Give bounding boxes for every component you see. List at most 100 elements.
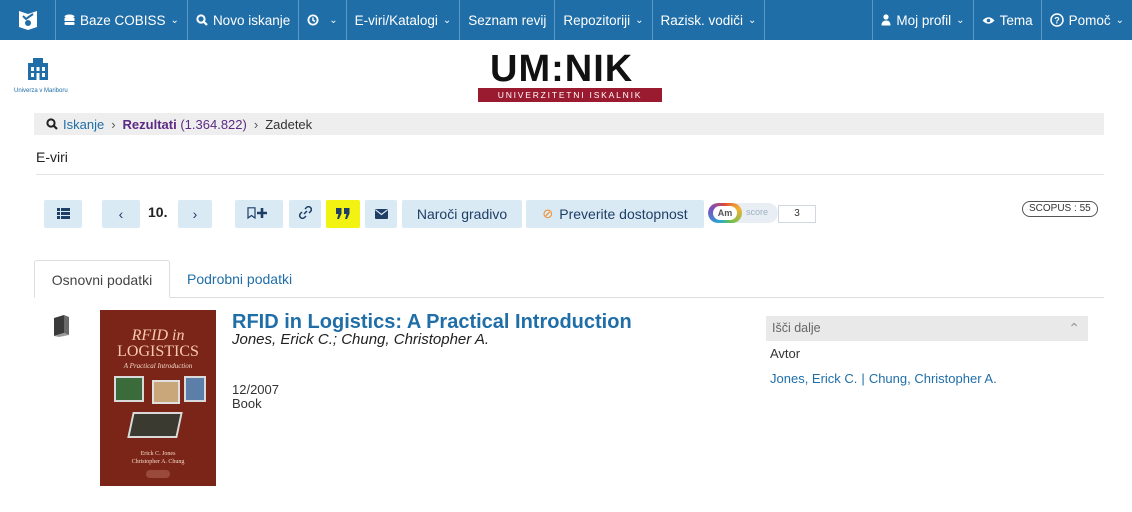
separator: |	[861, 371, 865, 386]
university-name: Univerza v Mariboru	[14, 88, 68, 94]
nav-repositories-label: Repozitoriji	[563, 12, 631, 28]
university-building-icon	[28, 58, 48, 80]
nav-my-profile-label: Moj profil	[896, 12, 952, 28]
cover-author-2: Christopher A. Chung	[131, 459, 185, 465]
umnik-tagline: UNIVERZITETNI ISKALNIK	[478, 88, 662, 102]
record-authors: Jones, Erick C.; Chung, Christopher A.	[232, 331, 490, 348]
chevron-down-icon: ⌄	[635, 14, 644, 26]
chevron-down-icon: ⌄	[748, 14, 757, 26]
chevron-down-icon: ⌄	[442, 14, 452, 26]
email-button[interactable]	[365, 200, 397, 228]
nav-theme-label: Tema	[999, 12, 1033, 28]
nav-help-label: Pomoč	[1068, 12, 1111, 28]
cover-chip-image	[114, 376, 144, 402]
record-type: Book	[232, 396, 262, 411]
next-record-button[interactable]: ›	[178, 200, 212, 228]
altmetric-donut-icon: Am	[708, 203, 742, 223]
nav-repositories[interactable]: Repozitoriji ⌄	[555, 0, 653, 40]
cover-authors: Erick C. Jones Christopher A. Chung	[100, 450, 216, 466]
nav-journals-label: Seznam revij	[468, 12, 547, 28]
eye-icon	[982, 16, 995, 25]
previous-record-button[interactable]: ‹	[102, 200, 140, 228]
help-icon: ?	[1049, 13, 1064, 27]
breadcrumb-search-link[interactable]: Iskanje	[63, 117, 104, 132]
availability-icon: ⊘	[542, 206, 554, 221]
cobiss-logo-icon[interactable]	[0, 0, 56, 40]
author-label: Avtor	[770, 346, 801, 361]
search-icon	[46, 118, 58, 130]
nav-my-profile[interactable]: Moj profil ⌄	[873, 0, 974, 40]
quote-icon	[336, 207, 350, 222]
check-availability-label: Preverite dostopnost	[559, 206, 688, 222]
chevron-down-icon: ⌄	[170, 14, 179, 26]
cover-author-1: Erick C. Jones	[140, 451, 176, 457]
nav-research-guides[interactable]: Razisk. vodiči ⌄	[653, 0, 766, 40]
nav-new-search-label: Novo iskanje	[212, 12, 291, 28]
nav-spacer	[765, 0, 874, 40]
database-icon	[64, 14, 75, 26]
chevron-left-icon: ‹	[118, 206, 124, 222]
bookmark-add-icon	[247, 206, 271, 222]
breadcrumb-results-link[interactable]: Rezultati	[123, 117, 177, 132]
author-link[interactable]: Chung, Christopher A.	[869, 371, 997, 386]
search-icon	[196, 14, 208, 26]
nav-new-search[interactable]: Novo iskanje	[188, 0, 300, 40]
nav-eresources-label: E-viri/Katalogi	[354, 12, 438, 28]
author-links: Jones, Erick C. | Chung, Christopher A.	[770, 371, 997, 386]
altmetric-badge-text: Am	[713, 206, 737, 220]
chevron-right-icon: ›	[253, 116, 259, 132]
cover-title: RFID in LOGISTICS	[100, 328, 216, 360]
chevron-up-icon: ⌃	[1068, 320, 1080, 336]
record-position: 10.	[148, 204, 168, 220]
nav-databases[interactable]: Baze COBISS ⌄	[56, 0, 188, 40]
cite-button[interactable]	[326, 200, 360, 228]
chevron-down-icon: ⌄	[1115, 14, 1124, 26]
check-availability-button[interactable]: ⊘ Preverite dostopnost	[526, 200, 704, 228]
envelope-icon	[374, 207, 388, 222]
link-icon	[298, 205, 312, 222]
umnik-logo[interactable]: UM:NIK UNIVERZITETNI ISKALNIK	[478, 48, 662, 104]
breadcrumb-results-count[interactable]: (1.364.822)	[180, 117, 247, 132]
nav-databases-label: Baze COBISS	[80, 12, 166, 28]
breadcrumb: Iskanje › Rezultati (1.364.822) › Zadete…	[34, 113, 1104, 135]
add-bookmark-button[interactable]	[235, 200, 283, 228]
author-link[interactable]: Jones, Erick C.	[770, 371, 857, 386]
nav-journals[interactable]: Seznam revij	[460, 0, 556, 40]
breadcrumb-current: Zadetek	[265, 116, 313, 132]
cover-title-line1: RFID in	[131, 327, 185, 344]
order-material-label: Naroči gradivo	[416, 206, 508, 222]
record-date: 12/2007	[232, 382, 279, 397]
search-further-title: Išči dalje	[772, 321, 821, 335]
scopus-citation-badge[interactable]: SCOPUS : 55	[1022, 201, 1098, 217]
university-logo[interactable]: Univerza v Mariboru	[14, 52, 78, 102]
altmetric-badge[interactable]: Am score	[708, 203, 778, 223]
altmetric-score-label: score	[746, 207, 769, 217]
top-navbar: Baze COBISS ⌄ Novo iskanje ⌄ E-viri/Kata…	[0, 0, 1132, 40]
list-view-button[interactable]	[44, 200, 82, 228]
publisher-logo-icon	[146, 470, 170, 478]
chevron-down-icon: ⌄	[329, 14, 338, 26]
section-divider	[36, 174, 1104, 175]
tab-basic-details[interactable]: Osnovni podatki	[34, 260, 170, 298]
cover-subtitle: A Practical Introduction	[123, 362, 193, 370]
cover-box-image	[152, 380, 180, 404]
chevron-right-icon: ›	[111, 116, 116, 132]
cover-title-line2: LOGISTICS	[117, 343, 199, 360]
tab-detailed-info[interactable]: Podrobni podatki	[187, 260, 292, 298]
nav-theme[interactable]: Tema	[974, 0, 1042, 40]
cover-tag-image	[184, 376, 206, 402]
search-further-header[interactable]: Išči dalje ⌃	[766, 316, 1088, 341]
chevron-right-icon: ›	[192, 206, 198, 222]
book-cover-image[interactable]: RFID in LOGISTICS A Practical Introductio…	[100, 310, 216, 486]
list-icon	[56, 207, 70, 222]
nav-eresources[interactable]: E-viri/Katalogi ⌄	[347, 0, 461, 40]
chevron-down-icon: ⌄	[956, 14, 965, 26]
altmetric-count: 3	[778, 205, 816, 223]
nav-history[interactable]: ⌄	[299, 0, 347, 40]
cover-reader-image	[127, 412, 183, 438]
permalink-button[interactable]	[289, 200, 321, 228]
svg-text:?: ?	[1054, 16, 1060, 26]
nav-help[interactable]: ? Pomoč ⌄	[1042, 0, 1132, 40]
order-material-button[interactable]: Naroči gradivo	[402, 200, 522, 228]
nav-research-guides-label: Razisk. vodiči	[660, 12, 744, 28]
